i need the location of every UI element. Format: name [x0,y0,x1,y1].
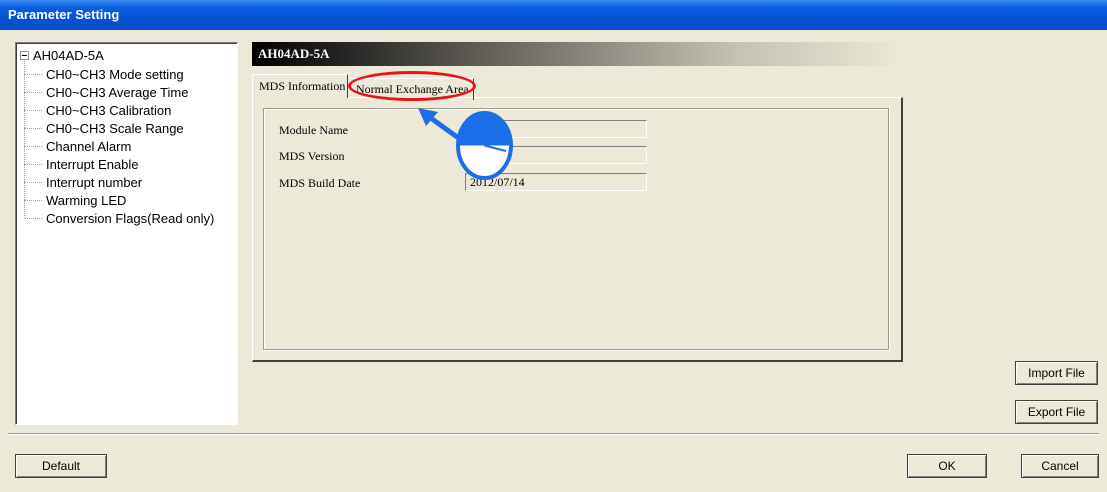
ok-button[interactable]: OK [907,454,987,478]
import-file-button[interactable]: Import File [1015,361,1098,385]
tree-item-channel-alarm[interactable]: Channel Alarm [24,128,214,155]
cancel-button[interactable]: Cancel [1021,454,1099,478]
click-marker-icon [456,111,513,180]
mds-information-panel: Module Name 5A MDS Version MDS Build Dat… [252,97,903,362]
tree-item-scale-range[interactable]: CH0~CH3 Scale Range [24,110,214,137]
tree-item-conversion-flags[interactable]: Conversion Flags(Read only) [24,200,214,227]
tree-item-warming-led[interactable]: Warming LED [24,182,214,209]
parameter-setting-window: Parameter Setting AH04AD-5A CH0~CH3 Mode… [0,0,1107,492]
export-file-button[interactable]: Export File [1015,400,1098,424]
mds-build-date-label: MDS Build Date [279,176,361,190]
title-bar[interactable]: Parameter Setting [0,0,1107,30]
default-button[interactable]: Default [15,454,107,478]
tree-root-node[interactable]: AH04AD-5A [20,47,104,63]
module-name-label: Module Name [279,123,348,137]
mds-info-group: Module Name 5A MDS Version MDS Build Dat… [263,108,889,350]
module-header-title: AH04AD-5A [258,46,330,61]
highlight-circle [348,71,476,101]
tree-item-calibration[interactable]: CH0~CH3 Calibration [24,92,214,119]
tree-item-interrupt-enable[interactable]: Interrupt Enable [24,146,214,173]
tree-item-interrupt-number[interactable]: Interrupt number [24,164,214,191]
separator [8,433,1099,435]
tree-item-average-time[interactable]: CH0~CH3 Average Time [24,74,214,101]
tree-root-label[interactable]: AH04AD-5A [33,48,104,63]
tree-children: CH0~CH3 Mode setting CH0~CH3 Average Tim… [24,59,214,227]
module-tree[interactable]: AH04AD-5A CH0~CH3 Mode setting CH0~CH3 A… [15,42,238,425]
module-header: AH04AD-5A [252,42,903,66]
tab-mds-information[interactable]: MDS Information [252,74,348,98]
window-title: Parameter Setting [8,7,120,22]
tree-item-mode-setting[interactable]: CH0~CH3 Mode setting [24,59,214,83]
mds-version-label: MDS Version [279,149,345,163]
